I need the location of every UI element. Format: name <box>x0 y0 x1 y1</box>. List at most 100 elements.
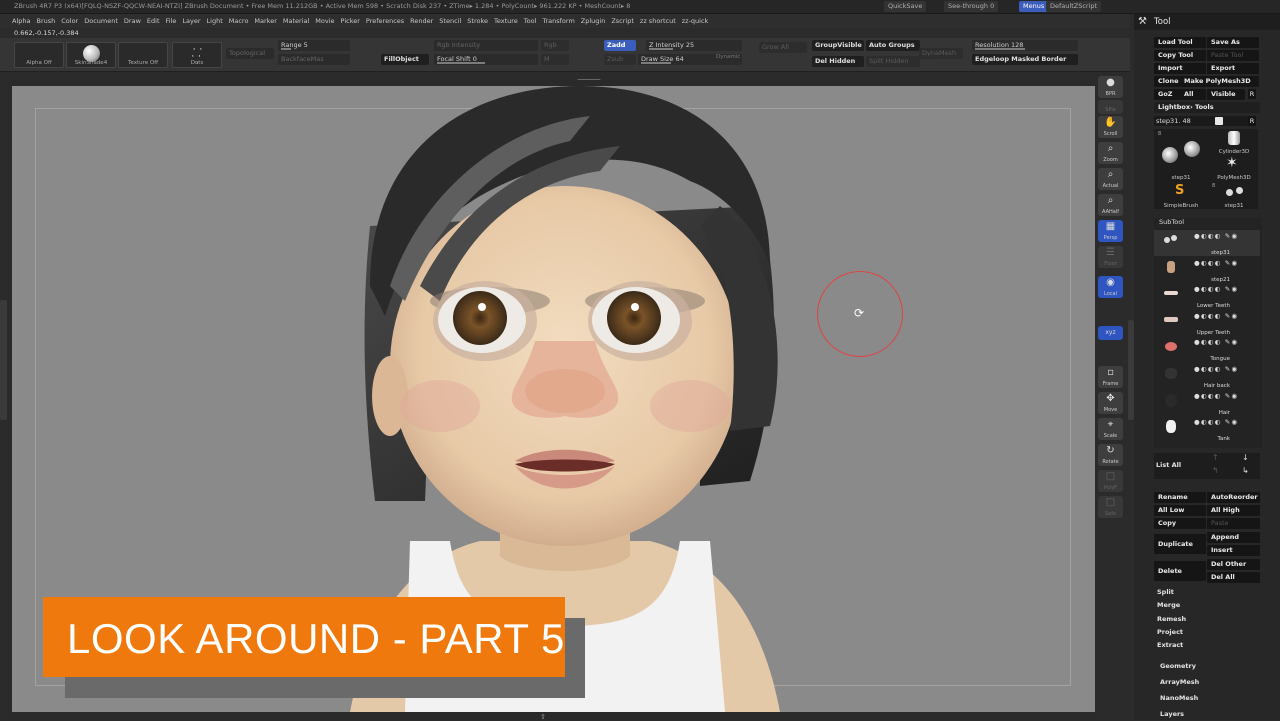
topological-button[interactable]: Topological <box>226 48 274 59</box>
resolution-slider[interactable]: Resolution 128 <box>972 40 1078 51</box>
default-zscript-button[interactable]: DefaultZScript <box>1046 1 1102 12</box>
arrow-corner-icon[interactable]: ↳ <box>1242 466 1249 475</box>
auto-groups-button[interactable]: Auto Groups <box>866 40 920 51</box>
move-button[interactable]: ✥ Move <box>1098 392 1123 414</box>
subtool-controls[interactable]: ●◐◐◐ ✎◉ <box>1194 365 1260 373</box>
goz-button[interactable]: GoZ <box>1154 89 1180 100</box>
subtool-row[interactable]: ●◐◐◐ ✎◉ step21 <box>1154 257 1260 283</box>
copy-button[interactable]: Copy <box>1154 518 1206 529</box>
dynamic-label[interactable]: Dynamic <box>716 54 740 60</box>
see-through-slider[interactable]: See-through 0 <box>944 1 999 12</box>
floor-button[interactable]: ☰ Floor <box>1098 246 1123 268</box>
frame-button[interactable]: ▫ Frame <box>1098 366 1123 388</box>
layers-menu[interactable]: Layers <box>1160 710 1184 718</box>
left-tray-handle[interactable] <box>0 300 7 420</box>
xyz-button[interactable]: xyz <box>1098 326 1123 340</box>
geometry-menu[interactable]: Geometry <box>1160 662 1196 670</box>
paste-button[interactable]: Paste <box>1207 518 1260 529</box>
menu-item[interactable]: Macro <box>226 14 252 28</box>
aahalf-button[interactable]: ⌕ AAHalf <box>1098 194 1123 216</box>
menu-item[interactable]: Zscript <box>608 14 637 28</box>
menu-item[interactable]: Marker <box>251 14 279 28</box>
local-button[interactable]: ◉ Local <box>1098 276 1123 298</box>
menus-button[interactable]: Menus <box>1019 1 1049 12</box>
menu-item[interactable]: Tool <box>521 14 540 28</box>
arrow-left-icon[interactable]: ↰ <box>1212 466 1219 475</box>
load-tool-button[interactable]: Load Tool <box>1154 37 1206 48</box>
split-hidden-button[interactable]: Split Hidden <box>866 56 920 67</box>
import-button[interactable]: Import <box>1154 63 1206 74</box>
arrow-down-icon[interactable]: ↓ <box>1242 453 1249 462</box>
spix-button[interactable]: SPix <box>1098 100 1123 114</box>
menu-item[interactable]: Alpha <box>0 14 33 28</box>
grow-all-button[interactable]: Grow All <box>759 42 807 53</box>
arrow-up-icon[interactable]: ↑ <box>1212 453 1219 462</box>
scroll-button[interactable]: ✋ Scroll <box>1098 116 1123 138</box>
menu-item[interactable]: zz shortcut <box>637 14 679 28</box>
lightbox-tools-button[interactable]: Lightbox› Tools <box>1154 102 1260 113</box>
list-all-button[interactable]: List All <box>1156 461 1181 469</box>
tool-thumb-simplebrush[interactable]: S SimpleBrush <box>1156 183 1206 209</box>
menu-item[interactable]: Layer <box>179 14 203 28</box>
copy-tool-button[interactable]: Copy Tool <box>1154 50 1206 61</box>
subtool-row[interactable]: ●◐◐◐ ✎◉ step31 <box>1154 230 1260 256</box>
material-button[interactable]: SkinShade4 <box>66 42 116 68</box>
duplicate-button[interactable]: Duplicate <box>1154 534 1206 554</box>
menu-item[interactable]: Preferences <box>363 14 407 28</box>
rgb-intensity-slider[interactable]: Rgb Intensity <box>434 40 538 51</box>
menu-item[interactable]: Zplugin <box>578 14 609 28</box>
menu-item[interactable]: Movie <box>312 14 337 28</box>
del-hidden-button[interactable]: Del Hidden <box>812 56 864 67</box>
tool-slider-knob[interactable] <box>1215 117 1223 125</box>
range-slider[interactable]: Range 5 <box>278 40 350 51</box>
scale-button[interactable]: ⌖ Scale <box>1098 418 1123 440</box>
menu-item[interactable]: Light <box>204 14 226 28</box>
menu-item[interactable]: File <box>163 14 180 28</box>
nanomesh-menu[interactable]: NanoMesh <box>1160 694 1198 702</box>
menu-item[interactable]: zz-quick <box>679 14 712 28</box>
tool-palette-header[interactable]: ⚒ Tool <box>1134 14 1280 30</box>
subtool-row[interactable]: ●◐◐◐ ✎◉ Hair <box>1154 390 1260 416</box>
extract-menu[interactable]: Extract <box>1157 641 1183 649</box>
subtool-controls[interactable]: ●◐◐◐ ✎◉ <box>1194 312 1260 320</box>
del-all-button[interactable]: Del All <box>1207 572 1260 583</box>
delete-button[interactable]: Delete <box>1154 561 1206 581</box>
subtool-row[interactable]: ●◐◐◐ ✎◉ Tongue <box>1154 336 1260 362</box>
remesh-menu[interactable]: Remesh <box>1157 615 1186 623</box>
append-button[interactable]: Append <box>1207 532 1260 543</box>
group-visible-button[interactable]: GroupVisible <box>812 40 864 51</box>
menu-item[interactable]: Transform <box>539 14 577 28</box>
tool-slider[interactable]: step31. 48 <box>1154 116 1248 126</box>
arraymesh-menu[interactable]: ArrayMesh <box>1160 678 1199 686</box>
stroke-button[interactable]: · · · · · Dots <box>172 42 222 69</box>
menu-item[interactable]: Stencil <box>436 14 464 28</box>
fillobject-button[interactable]: FillObject <box>381 54 429 65</box>
menu-item[interactable]: Brush <box>33 14 58 28</box>
all-low-button[interactable]: All Low <box>1154 505 1206 516</box>
all-high-button[interactable]: All High <box>1207 505 1260 516</box>
zoom-button[interactable]: ⌕ Zoom <box>1098 142 1123 164</box>
m-button[interactable]: M <box>541 54 569 65</box>
split-menu[interactable]: Split <box>1157 588 1174 596</box>
clone-button[interactable]: Clone <box>1154 76 1180 87</box>
paste-tool-button[interactable]: Paste Tool <box>1207 50 1259 61</box>
menu-item[interactable]: Document <box>81 14 121 28</box>
subtool-controls[interactable]: ●◐◐◐ ✎◉ <box>1194 285 1260 293</box>
merge-menu[interactable]: Merge <box>1157 601 1180 609</box>
menu-item[interactable]: Color <box>58 14 81 28</box>
insert-button[interactable]: Insert <box>1207 545 1260 556</box>
subtool-row[interactable]: ●◐◐◐ ✎◉ Hair back <box>1154 363 1260 389</box>
subtool-row[interactable]: ●◐◐◐ ✎◉ Tank <box>1154 416 1260 442</box>
tool-thumb-step31[interactable]: 8 step31 <box>1156 131 1206 181</box>
subtool-row[interactable]: ●◐◐◐ ✎◉ Lower Teeth <box>1154 283 1260 309</box>
edgeloop-masked-border-button[interactable]: Edgeloop Masked Border <box>972 54 1078 65</box>
menu-item[interactable]: Picker <box>338 14 363 28</box>
solo-button[interactable]: □ Solo <box>1098 496 1123 518</box>
subtool-controls[interactable]: ●◐◐◐ ✎◉ <box>1194 259 1260 267</box>
dynamesh-button[interactable]: DynaMesh <box>919 48 963 59</box>
del-other-button[interactable]: Del Other <box>1207 559 1260 570</box>
bpr-button[interactable]: ● BPR <box>1098 76 1123 98</box>
tool-thumb-polymesh3d[interactable]: ✶ PolyMesh3D <box>1210 155 1258 181</box>
subtool-header[interactable]: SubTool <box>1154 218 1262 228</box>
zsub-button[interactable]: Zsub <box>604 54 636 65</box>
